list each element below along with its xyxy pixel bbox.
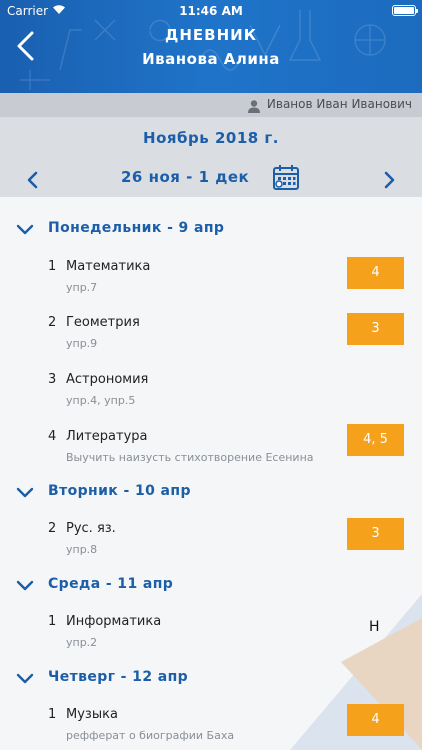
lesson-number: 4 [48,429,57,444]
lesson-number: 2 [48,521,57,536]
lesson-subject: Математика [66,259,151,274]
lesson-homework: рефферат о биографии Баха [66,729,235,742]
chevron-down-icon [16,673,34,684]
lesson-homework: упр.2 [66,636,98,649]
lesson-number: 1 [48,259,57,274]
lesson-subject: Музыка [66,707,118,722]
page-title: ДНЕВНИК [165,26,257,44]
user-bar: Иванов Иван Иванович [0,93,422,117]
person-icon [248,98,260,117]
day-header-thursday[interactable]: Четверг - 12 апр [0,665,422,695]
lesson-number: 1 [48,707,57,722]
chevron-down-icon [16,224,34,235]
grade-badge[interactable]: 4 [347,704,404,736]
lesson-row[interactable]: 1 Информатика упр.2 [0,614,422,660]
grade-badge[interactable]: 4, 5 [347,424,404,456]
day-label: Понедельник - 9 апр [48,220,225,236]
battery-icon [392,5,418,16]
lesson-subject: Информатика [66,614,162,629]
day-label: Среда - 11 апр [48,576,174,592]
lesson-homework: упр.4, упр.5 [66,394,136,407]
period-navigation: Ноябрь 2018 г. 26 ноя - 1 дек [0,117,422,197]
prev-week-button[interactable] [22,169,44,191]
calendar-icon[interactable] [272,164,300,196]
chevron-down-icon [16,487,34,498]
next-week-button[interactable] [378,169,400,191]
day-label: Четверг - 12 апр [48,669,189,685]
lesson-number: 2 [48,315,57,330]
grade-badge[interactable]: 3 [347,313,404,345]
lesson-homework: упр.8 [66,543,98,556]
week-range-label: 26 ноя - 1 дек [121,168,250,186]
diary-list[interactable]: Понедельник - 9 апр 1 Математика упр.7 4… [0,197,422,750]
app-header: Carrier 11:46 AM ДНЕВНИК Иванова Алина [0,0,422,93]
chevron-right-icon [384,171,395,189]
lesson-subject: Рус. яз. [66,521,116,536]
grade-badge[interactable]: 4 [347,257,404,289]
day-header-tuesday[interactable]: Вторник - 10 апр [0,479,422,509]
month-label: Ноябрь 2018 г. [143,129,279,147]
lesson-number: 3 [48,372,57,387]
chevron-down-icon [16,580,34,591]
lesson-homework: упр.7 [66,281,98,294]
parent-name: Иванов Иван Иванович [266,97,412,111]
lesson-subject: Литература [66,429,148,444]
lesson-homework: упр.9 [66,337,98,350]
lesson-subject: Геометрия [66,315,140,330]
lesson-subject: Астрономия [66,372,149,387]
attendance-mark[interactable]: Н [369,619,380,635]
grade-badge[interactable]: 3 [347,518,404,550]
day-label: Вторник - 10 апр [48,483,191,499]
status-bar: Carrier 11:46 AM [0,0,422,22]
chevron-left-icon [27,171,38,189]
lesson-number: 1 [48,614,57,629]
student-name: Иванова Алина [142,50,280,68]
day-header-monday[interactable]: Понедельник - 9 апр [0,216,422,246]
day-header-wednesday[interactable]: Среда - 11 апр [0,572,422,602]
lesson-homework: Выучить наизусть стихотворение Есенина [66,451,314,464]
lesson-row[interactable]: 3 Астрономия упр.4, упр.5 [0,372,422,418]
clock: 11:46 AM [179,4,243,18]
